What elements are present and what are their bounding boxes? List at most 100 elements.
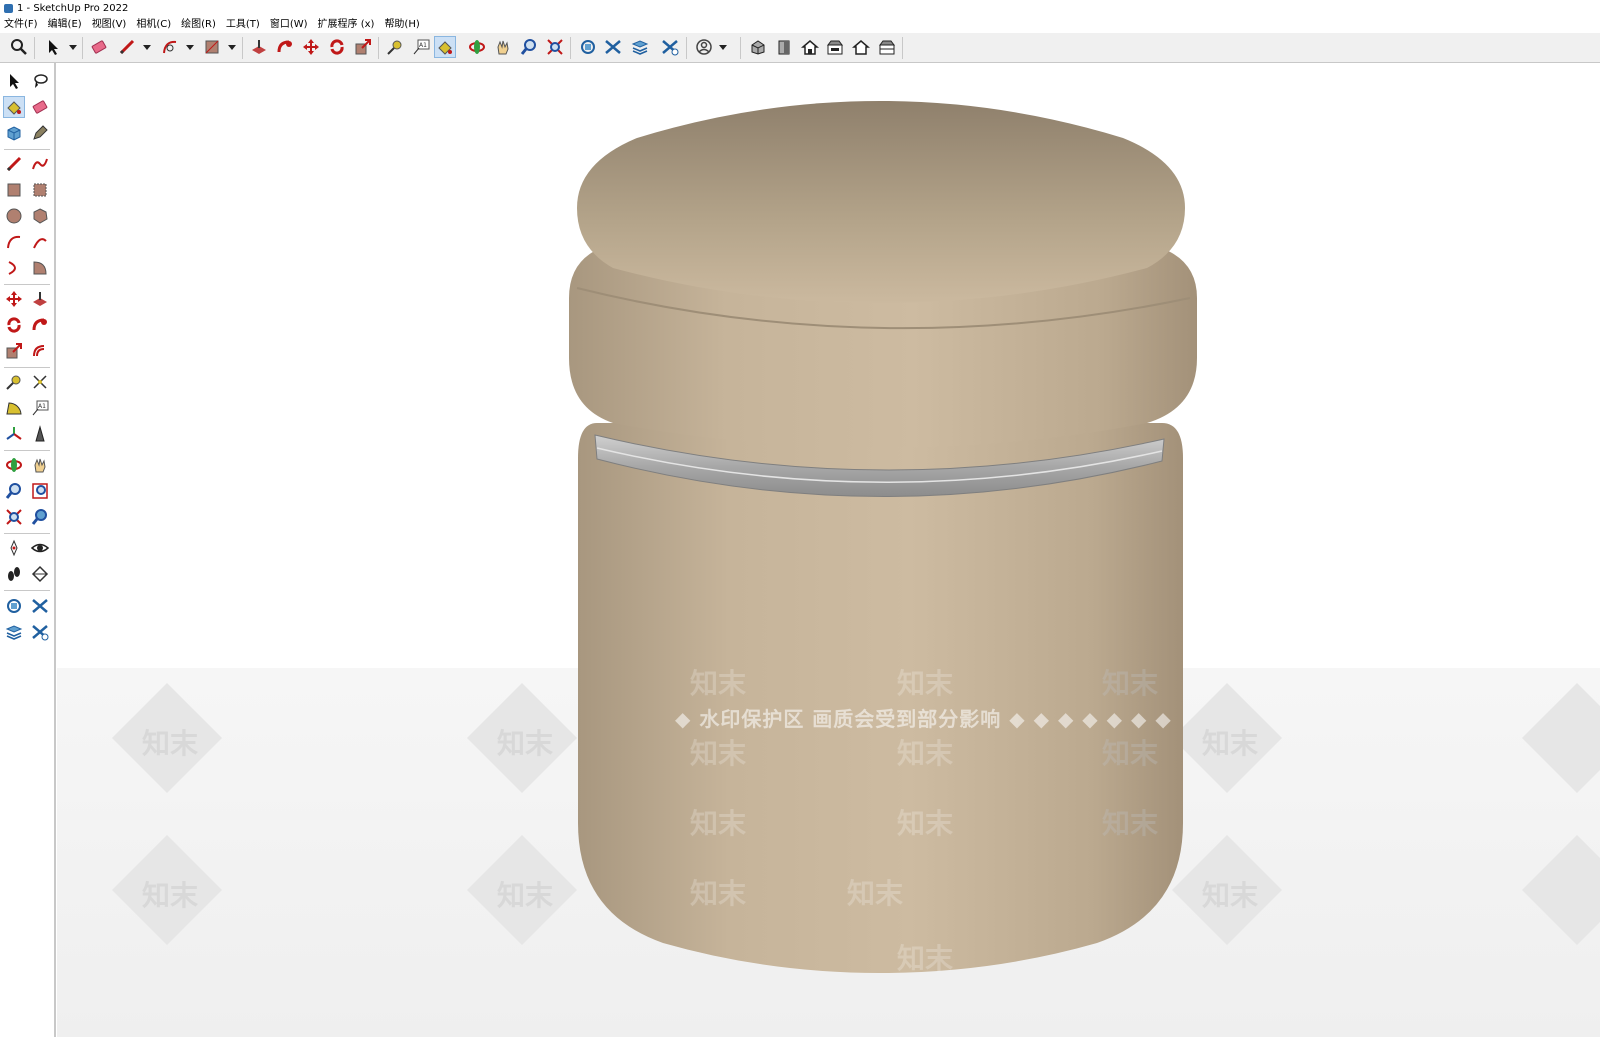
pencil-icon[interactable] bbox=[116, 36, 138, 58]
zoom-icon[interactable] bbox=[3, 480, 25, 502]
layers-icon[interactable] bbox=[3, 621, 25, 643]
model-viewport[interactable]: 知末 知末 知末 知末 知末 知末 知末 知末 知末 知末 知末 知末 知末 知… bbox=[57, 63, 1600, 1037]
follow-me-icon[interactable] bbox=[29, 314, 51, 336]
rotate-icon[interactable] bbox=[326, 36, 348, 58]
left-view-icon[interactable] bbox=[876, 36, 898, 58]
eraser-icon[interactable] bbox=[88, 36, 110, 58]
svg-text:知末: 知末 bbox=[690, 667, 746, 700]
protractor-icon[interactable] bbox=[3, 397, 25, 419]
zoom-window-icon[interactable] bbox=[29, 480, 51, 502]
warehouse-icon[interactable] bbox=[3, 595, 25, 617]
select-tool-icon[interactable] bbox=[3, 70, 25, 92]
move-icon[interactable] bbox=[3, 288, 25, 310]
shape-dropdown-icon[interactable] bbox=[228, 45, 236, 50]
extension-manager-icon[interactable] bbox=[659, 36, 681, 58]
menu-camera[interactable]: 相机(C) bbox=[136, 17, 171, 33]
text-tool-icon[interactable]: A1 bbox=[410, 36, 432, 58]
select-dropdown-icon[interactable] bbox=[69, 45, 77, 50]
search-icon[interactable] bbox=[8, 36, 30, 58]
tape-measure-icon[interactable] bbox=[384, 36, 406, 58]
scale-icon[interactable] bbox=[3, 340, 25, 362]
top-view-icon[interactable] bbox=[773, 36, 795, 58]
3d-text-icon[interactable] bbox=[29, 423, 51, 445]
svg-text:知末: 知末 bbox=[1202, 879, 1258, 912]
pan-icon[interactable] bbox=[29, 454, 51, 476]
menu-edit[interactable]: 编辑(E) bbox=[48, 17, 82, 33]
watermark-notice: ◆ 水印保护区 画质会受到部分影响 ◆ ◆ ◆ ◆ ◆ ◆ ◆ bbox=[675, 707, 1172, 731]
eraser-icon[interactable] bbox=[29, 96, 51, 118]
zoom-extents-icon[interactable] bbox=[544, 36, 566, 58]
rectangle-icon[interactable] bbox=[3, 179, 25, 201]
dimension-icon[interactable] bbox=[29, 371, 51, 393]
stool-top bbox=[577, 101, 1185, 303]
rectangle-icon[interactable] bbox=[201, 36, 223, 58]
account-dropdown-icon[interactable] bbox=[719, 45, 727, 50]
axes-icon[interactable] bbox=[3, 423, 25, 445]
rotate-icon[interactable] bbox=[3, 314, 25, 336]
orbit-icon[interactable] bbox=[3, 454, 25, 476]
walk-icon[interactable] bbox=[3, 563, 25, 585]
three-point-arc-icon[interactable] bbox=[3, 257, 25, 279]
select-tool-icon[interactable] bbox=[42, 36, 64, 58]
right-view-icon[interactable] bbox=[824, 36, 846, 58]
account-icon[interactable] bbox=[693, 36, 715, 58]
svg-text:知末: 知末 bbox=[1102, 807, 1158, 840]
offset-icon[interactable] bbox=[29, 340, 51, 362]
circle-icon[interactable] bbox=[3, 205, 25, 227]
extension-warehouse-icon[interactable] bbox=[602, 36, 624, 58]
svg-text:知末: 知末 bbox=[142, 727, 198, 760]
svg-text:知末: 知末 bbox=[142, 879, 198, 912]
extension-warehouse-icon[interactable] bbox=[29, 595, 51, 617]
lasso-select-icon[interactable] bbox=[29, 70, 51, 92]
position-camera-icon[interactable] bbox=[3, 537, 25, 559]
section-plane-icon[interactable] bbox=[29, 563, 51, 585]
menu-bar: 文件(F) 编辑(E) 视图(V) 相机(C) 绘图(R) 工具(T) 窗口(W… bbox=[0, 17, 1600, 33]
title-bar: 1 - SketchUp Pro 2022 bbox=[0, 0, 1600, 17]
make-component-icon[interactable] bbox=[3, 122, 25, 144]
extension-manager-icon[interactable] bbox=[29, 621, 51, 643]
freehand-icon[interactable] bbox=[29, 153, 51, 175]
menu-file[interactable]: 文件(F) bbox=[4, 17, 38, 33]
move-icon[interactable] bbox=[300, 36, 322, 58]
arc-dropdown-icon[interactable] bbox=[186, 45, 194, 50]
menu-help[interactable]: 帮助(H) bbox=[384, 17, 419, 33]
menu-draw[interactable]: 绘图(R) bbox=[181, 17, 216, 33]
pan-icon[interactable] bbox=[492, 36, 514, 58]
menu-tools[interactable]: 工具(T) bbox=[226, 17, 260, 33]
paint-bucket-icon[interactable] bbox=[434, 36, 456, 58]
look-around-icon[interactable] bbox=[29, 537, 51, 559]
scale-icon[interactable] bbox=[352, 36, 374, 58]
svg-text:知末: 知末 bbox=[897, 667, 953, 700]
follow-me-icon[interactable] bbox=[274, 36, 296, 58]
sketchup-logo-icon bbox=[4, 4, 13, 13]
iso-view-icon[interactable] bbox=[747, 36, 769, 58]
menu-window[interactable]: 窗口(W) bbox=[270, 17, 308, 33]
menu-extensions[interactable]: 扩展程序 (x) bbox=[318, 17, 375, 33]
layers-icon[interactable] bbox=[629, 36, 651, 58]
menu-view[interactable]: 视图(V) bbox=[92, 17, 127, 33]
large-tool-set: A1 bbox=[0, 63, 56, 1037]
paint-bucket-icon[interactable] bbox=[3, 96, 25, 118]
line-tool-icon[interactable] bbox=[3, 153, 25, 175]
front-view-icon[interactable] bbox=[799, 36, 821, 58]
zoom-extents-icon[interactable] bbox=[3, 506, 25, 528]
warehouse-icon[interactable] bbox=[577, 36, 599, 58]
tape-measure-icon[interactable] bbox=[3, 371, 25, 393]
line-dropdown-icon[interactable] bbox=[143, 45, 151, 50]
two-point-arc-icon[interactable] bbox=[29, 231, 51, 253]
zoom-icon[interactable] bbox=[518, 36, 540, 58]
push-pull-icon[interactable] bbox=[248, 36, 270, 58]
previous-view-icon[interactable] bbox=[29, 506, 51, 528]
pie-icon[interactable] bbox=[29, 257, 51, 279]
polygon-icon[interactable] bbox=[29, 205, 51, 227]
text-tool-icon[interactable]: A1 bbox=[29, 397, 51, 419]
orbit-icon[interactable] bbox=[466, 36, 488, 58]
svg-text:知末: 知末 bbox=[690, 877, 746, 910]
main-toolbar: A1 bbox=[0, 33, 1600, 63]
back-view-icon[interactable] bbox=[850, 36, 872, 58]
push-pull-icon[interactable] bbox=[29, 288, 51, 310]
arc-icon[interactable] bbox=[159, 36, 181, 58]
rotated-rectangle-icon[interactable] bbox=[29, 179, 51, 201]
tag-tool-icon[interactable] bbox=[29, 122, 51, 144]
arc-icon[interactable] bbox=[3, 231, 25, 253]
